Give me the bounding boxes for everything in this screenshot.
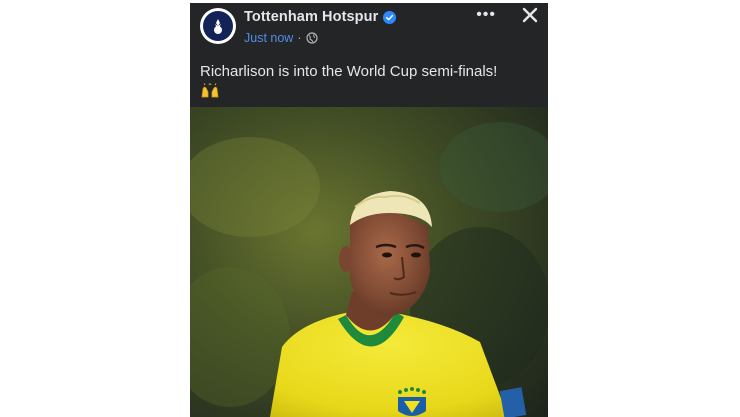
more-options-icon[interactable]: ••• [476,5,496,25]
close-icon[interactable] [520,5,540,25]
club-crest-icon [203,11,233,41]
globe-icon[interactable] [305,32,318,44]
cockerel-icon [214,19,222,34]
page-avatar[interactable] [200,8,236,44]
page-name-row: Tottenham Hotspur [244,9,397,25]
raised-hands-emoji [201,83,219,98]
post-meta: Just now · [244,31,318,45]
verified-badge-icon [383,10,397,24]
post-caption: Richarlison is into the World Cup semi-f… [200,63,498,80]
page-name[interactable]: Tottenham Hotspur [244,9,378,25]
post-header: Tottenham Hotspur Just now · ••• [190,3,548,53]
post-timestamp[interactable]: Just now [244,31,293,45]
player-photo [190,107,548,417]
facebook-post: Tottenham Hotspur Just now · ••• Richarl… [190,3,548,417]
post-photo[interactable] [190,107,548,417]
meta-separator: · [297,31,302,45]
